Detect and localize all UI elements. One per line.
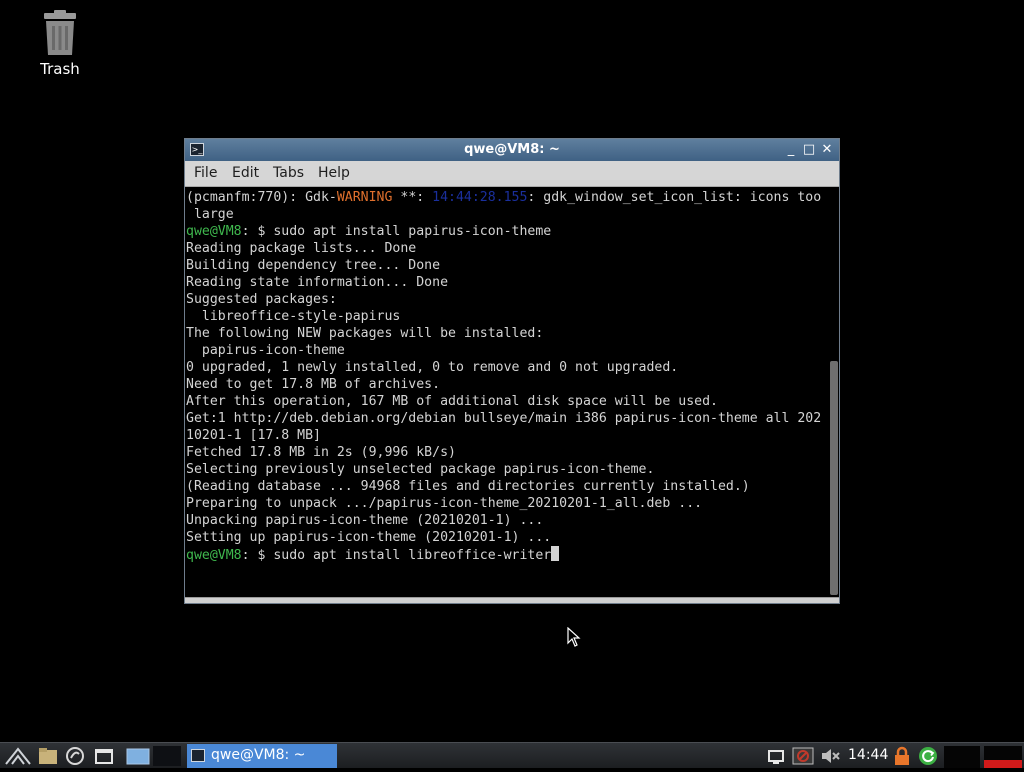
terminal-icon xyxy=(191,749,205,762)
scrollbar-thumb[interactable] xyxy=(830,361,838,595)
text-cursor xyxy=(551,546,560,561)
terminal-output[interactable]: (pcmanfm:770): Gdk-WARNING **: 14:44:28.… xyxy=(185,187,829,597)
tray-record-icon[interactable] xyxy=(792,746,814,766)
trash-icon xyxy=(40,10,80,56)
menu-tabs[interactable]: Tabs xyxy=(273,165,304,181)
cpu-meter-icon xyxy=(984,746,1022,768)
monitor-icon xyxy=(768,750,784,764)
terminal-line: Reading package lists... Done xyxy=(186,241,417,256)
volume-muted-icon xyxy=(822,749,840,763)
terminal-line: Suggested packages: xyxy=(186,292,337,307)
lock-icon xyxy=(895,746,909,765)
minimize-button[interactable]: _ xyxy=(783,141,799,158)
terminal-line: 10201-1 [17.8 MB] xyxy=(186,428,321,443)
terminal-line: Reading state information... Done xyxy=(186,275,449,290)
terminal-line: Get:1 http://deb.debian.org/debian bulls… xyxy=(186,411,822,426)
workspace-icon xyxy=(126,748,150,765)
globe-icon xyxy=(66,747,84,765)
start-menu-icon xyxy=(5,747,31,765)
workspace-icon xyxy=(153,746,181,768)
task-label: qwe@VM8: ~ xyxy=(211,747,306,763)
window-titlebar[interactable]: >_ qwe@VM8: ~ _ □ ✕ xyxy=(185,139,839,161)
terminal-line: Need to get 17.8 MB of archives. xyxy=(186,377,441,392)
terminal-line: Setting up papirus-icon-theme (20210201-… xyxy=(186,530,552,545)
terminal-prompt-line: qwe@VM8: $ sudo apt install libreoffice-… xyxy=(186,546,560,563)
terminal-line: libreoffice-style-papirus xyxy=(186,309,401,324)
terminal-line: 0 upgraded, 1 newly installed, 0 to remo… xyxy=(186,360,679,375)
terminal-line: Fetched 17.8 MB in 2s (9,996 kB/s) xyxy=(186,445,456,460)
desktop-1-pager[interactable] xyxy=(126,746,150,766)
terminal-scrollbar[interactable] xyxy=(829,187,839,597)
cpu-monitor[interactable] xyxy=(984,746,1022,768)
refresh-icon xyxy=(919,747,937,765)
taskbar: qwe@VM8: ~ 14:44 xyxy=(0,742,1024,768)
terminal-line: Preparing to unpack .../papirus-icon-the… xyxy=(186,496,703,511)
window-icon xyxy=(95,749,113,764)
mouse-pointer-icon xyxy=(567,626,581,651)
terminal-window: >_ qwe@VM8: ~ _ □ ✕ File Edit Tabs Help … xyxy=(184,138,840,604)
terminal-prompt-line: qwe@VM8: $ sudo apt install papirus-icon… xyxy=(186,224,552,239)
terminal-line: Unpacking papirus-icon-theme (20210201-1… xyxy=(186,513,544,528)
terminal-line: papirus-icon-theme xyxy=(186,343,345,358)
menubar: File Edit Tabs Help xyxy=(185,161,839,187)
lock-screen-button[interactable] xyxy=(892,746,912,766)
terminal-line: The following NEW packages will be insta… xyxy=(186,326,544,341)
close-button[interactable]: ✕ xyxy=(819,141,835,158)
tray-blank-icon xyxy=(944,746,980,768)
updates-button[interactable] xyxy=(918,746,938,766)
tray-window-icon[interactable] xyxy=(766,746,786,766)
terminal-line: large xyxy=(186,207,234,222)
web-browser-launcher[interactable] xyxy=(65,746,85,766)
screen-record-icon xyxy=(792,747,814,765)
tray-black-box[interactable] xyxy=(944,746,980,768)
terminal-line: (pcmanfm:770): Gdk-WARNING **: 14:44:28.… xyxy=(186,190,822,205)
trash-desktop-icon[interactable]: Trash xyxy=(30,10,90,78)
maximize-button[interactable]: □ xyxy=(801,141,817,158)
menu-file[interactable]: File xyxy=(194,165,217,181)
terminal-line: Building dependency tree... Done xyxy=(186,258,441,273)
folder-icon xyxy=(39,748,57,764)
trash-label: Trash xyxy=(40,60,80,78)
volume-button[interactable] xyxy=(820,746,840,766)
taskbar-task-terminal[interactable]: qwe@VM8: ~ xyxy=(187,744,337,768)
file-manager-launcher[interactable] xyxy=(38,746,58,766)
terminal-line: (Reading database ... 94968 files and di… xyxy=(186,479,750,494)
window-title: qwe@VM8: ~ xyxy=(464,142,560,157)
taskbar-clock[interactable]: 14:44 xyxy=(848,747,888,763)
start-menu-button[interactable] xyxy=(4,746,32,766)
desktop-2-pager[interactable] xyxy=(152,746,182,768)
menu-edit[interactable]: Edit xyxy=(232,165,259,181)
menu-help[interactable]: Help xyxy=(318,165,350,181)
terminal-line: After this operation, 167 MB of addition… xyxy=(186,394,718,409)
window-bottom-border xyxy=(185,597,839,603)
terminal-line: Selecting previously unselected package … xyxy=(186,462,655,477)
window-list-button[interactable] xyxy=(94,746,114,766)
